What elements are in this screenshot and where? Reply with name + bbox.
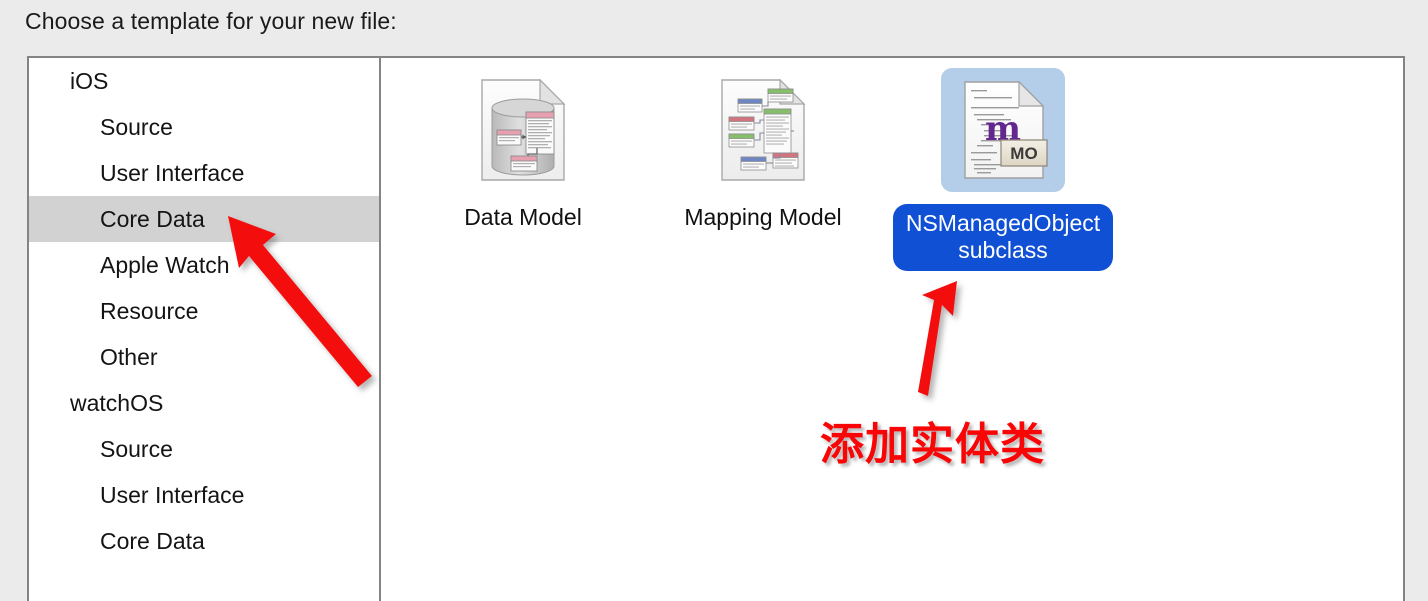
sidebar-item-label: Apple Watch (100, 252, 230, 278)
sidebar-group-ios[interactable]: iOS (29, 58, 379, 104)
sidebar-item-label: Other (100, 344, 158, 370)
annotation-text-add-entity-class: 添加实体类 (818, 417, 1047, 473)
sidebar-item-ios-resource[interactable]: Resource (29, 288, 379, 334)
sidebar-item-label: User Interface (100, 482, 245, 508)
sidebar-item-watchos-user-interface[interactable]: User Interface (29, 472, 379, 518)
sidebar-item-ios-apple-watch[interactable]: Apple Watch (29, 242, 379, 288)
category-sidebar[interactable]: iOS Source User Interface Core Data Appl… (29, 58, 381, 601)
template-item-nsmanagedobject-subclass[interactable]: m MO NSManagedObject subclass (883, 66, 1123, 272)
template-label: Mapping Model (684, 204, 842, 230)
sidebar-item-label: User Interface (100, 160, 245, 186)
sidebar-item-label: Core Data (100, 206, 205, 232)
sidebar-item-label: Source (100, 436, 173, 462)
template-chooser-panel: iOS Source User Interface Core Data Appl… (27, 56, 1405, 601)
template-grid: Data Model Mapping Model m MO NSManagedO… (381, 58, 1403, 601)
sidebar-item-label: Source (100, 114, 173, 140)
sidebar-item-watchos-core-data[interactable]: Core Data (29, 518, 379, 564)
sidebar-item-label: Resource (100, 298, 199, 324)
sidebar-item-ios-user-interface[interactable]: User Interface (29, 150, 379, 196)
sidebar-item-label: Core Data (100, 528, 205, 554)
template-label: Data Model (464, 204, 582, 230)
data-model-file-icon[interactable] (461, 68, 585, 192)
sidebar-item-ios-other[interactable]: Other (29, 334, 379, 380)
nsmanagedobject-file-icon[interactable]: m MO (941, 68, 1065, 192)
sidebar-group-label: iOS (70, 68, 109, 94)
sidebar-item-watchos-source[interactable]: Source (29, 426, 379, 472)
template-label: NSManagedObject subclass (893, 204, 1113, 272)
template-item-mapping-model[interactable]: Mapping Model (643, 66, 883, 231)
sidebar-item-ios-source[interactable]: Source (29, 104, 379, 150)
page-title: Choose a template for your new file: (25, 8, 397, 34)
sidebar-item-ios-core-data[interactable]: Core Data (29, 196, 379, 242)
svg-text:MO: MO (1010, 144, 1037, 163)
sidebar-group-label: watchOS (70, 390, 164, 416)
sidebar-group-watchos[interactable]: watchOS (29, 380, 379, 426)
mapping-model-file-icon[interactable] (701, 68, 825, 192)
template-item-data-model[interactable]: Data Model (403, 66, 643, 231)
